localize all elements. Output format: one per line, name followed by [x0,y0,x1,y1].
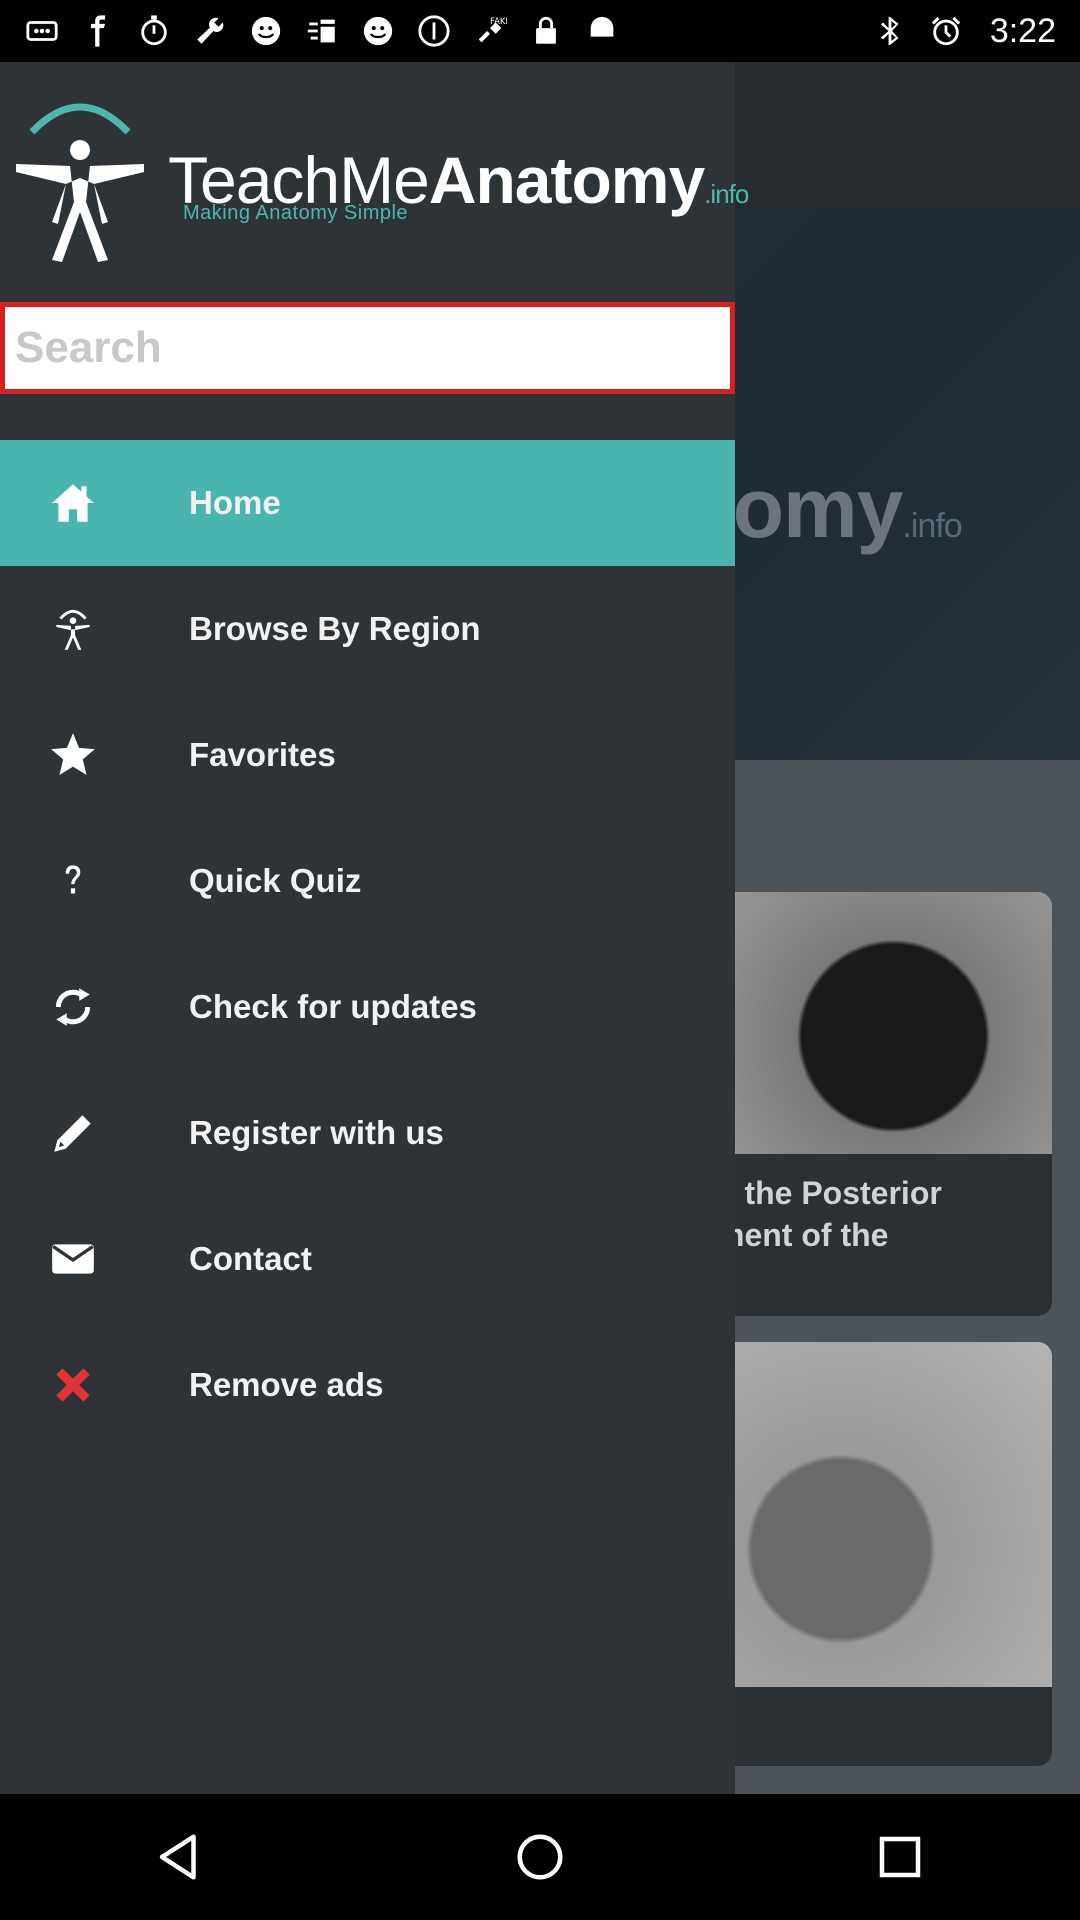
stopwatch-icon [136,13,172,49]
bluetooth-icon [872,13,908,49]
menu-item-label: Browse By Region [189,610,481,647]
status-left-icons: FAKE [24,13,872,49]
fake-gps-icon: FAKE [472,13,508,49]
refresh-icon [44,978,102,1036]
recents-button[interactable] [860,1817,940,1897]
more-icon [24,13,60,49]
menu-item-check-for-updates[interactable]: Check for updates [0,944,735,1070]
menu-item-register[interactable]: Register with us [0,1070,735,1196]
navigation-drawer: TeachMeAnatomy.info Making Anatomy Simpl… [0,62,749,1794]
menu-item-remove-ads[interactable]: Remove ads [0,1322,735,1448]
status-bar: FAKE 3:22 [0,0,1080,62]
menu-item-browse-by-region[interactable]: Browse By Region [0,566,735,692]
background-article-card: n [700,1342,1052,1766]
status-right-icons: 3:22 [872,12,1056,51]
wrench-icon [192,13,228,49]
drawer-menu: Home Browse By Region Favorites Quick Qu… [0,440,735,1448]
logo-title-suffix: .info [704,179,749,209]
menu-item-label: Contact [189,1240,312,1277]
menu-item-label: Remove ads [189,1366,384,1403]
screen: FAKE 3:22 atomy.info n the [0,0,1080,1920]
drawer-header: TeachMeAnatomy.info Making Anatomy Simpl… [0,62,749,300]
star-icon [44,726,102,784]
envelope-icon [44,1230,102,1288]
smiley-icon [360,13,396,49]
back-icon [159,1834,196,1880]
menu-item-contact[interactable]: Contact [0,1196,735,1322]
clock: 3:22 [989,11,1056,50]
menu-item-favorites[interactable]: Favorites [0,692,735,818]
question-icon [44,852,102,910]
background-card-image [700,892,1052,1154]
menu-item-label: Quick Quiz [189,862,362,899]
menu-item-label: Register with us [189,1114,444,1151]
home-button[interactable] [500,1817,580,1897]
menu-item-label: Favorites [189,736,336,773]
background-card-caption: n the Posterior ment of the [716,1175,942,1253]
lock-icon [528,13,564,49]
logo-tagline: Making Anatomy Simple [183,202,409,224]
logo-title-bold: Anatomy [428,143,705,217]
system-nav-bar [0,1794,1080,1920]
close-icon [44,1356,102,1414]
info-icon [416,13,452,49]
android-icon [584,13,620,49]
menu-item-label: Check for updates [189,988,477,1025]
menu-item-quick-quiz[interactable]: Quick Quiz [0,818,735,944]
facebook-icon [80,13,116,49]
svg-text:FAKE: FAKE [490,17,507,27]
background-hero-suffix: .info [902,507,962,545]
back-button[interactable] [140,1817,220,1897]
recents-icon [879,1836,921,1878]
background-card-caption: n [700,1687,1052,1765]
alarm-icon [928,13,964,49]
search-input[interactable] [5,307,730,389]
background-card-image [700,1342,1052,1687]
body-figure-icon [44,600,102,658]
logo-figure-icon [16,103,144,262]
home-circle-icon [517,1834,563,1880]
search-box[interactable] [0,302,735,394]
background-article-card: n the Posterior ment of the [700,892,1052,1316]
smiley-icon [248,13,284,49]
taobao-icon [304,13,340,49]
menu-item-label: Home [189,484,281,521]
menu-item-home[interactable]: Home [0,440,735,566]
pencil-icon [44,1104,102,1162]
home-icon [44,474,102,532]
